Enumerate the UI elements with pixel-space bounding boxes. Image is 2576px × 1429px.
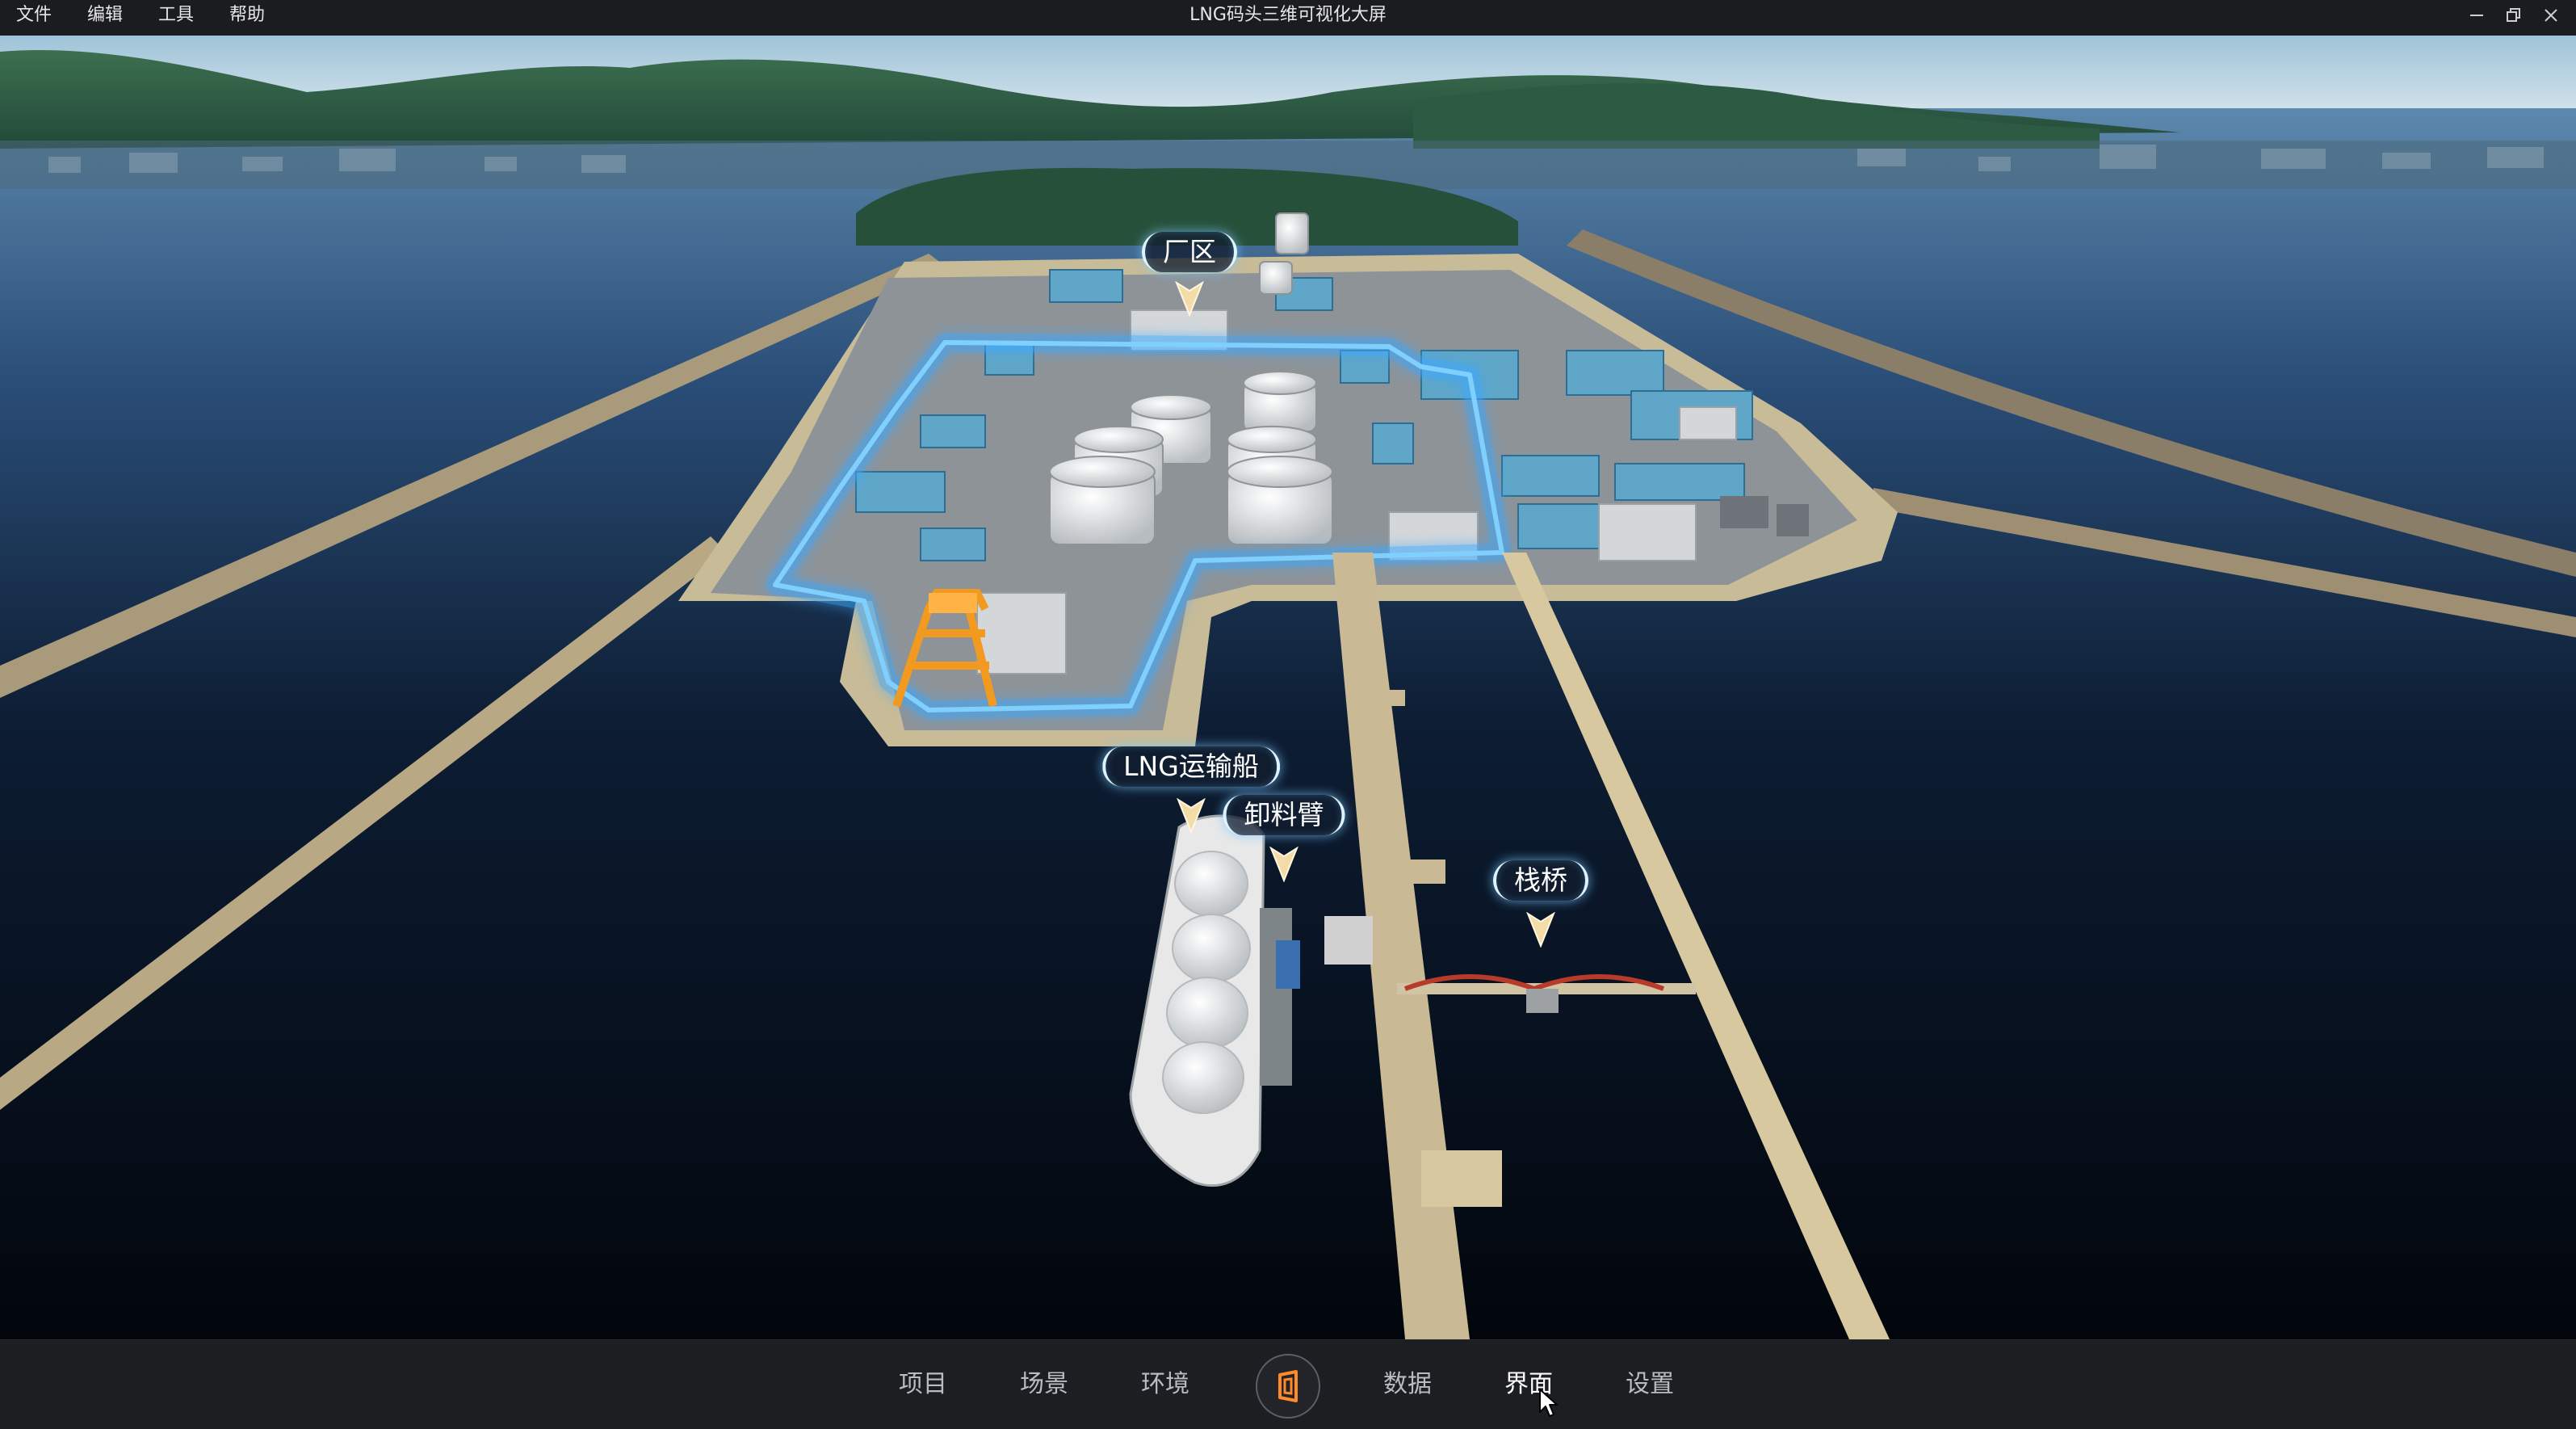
label-trestle[interactable]: 栈桥 <box>1493 860 1588 901</box>
pin-marker-icon <box>1175 281 1204 317</box>
app-title: LNG码头三维可视化大屏 <box>1189 5 1387 25</box>
port-scene <box>0 36 2576 1339</box>
label-unloading-arm[interactable]: 卸料臂 <box>1223 795 1345 835</box>
nav-home-button[interactable] <box>1256 1354 1320 1418</box>
label-plant[interactable]: 厂区 <box>1142 232 1237 272</box>
label-lng-ship[interactable]: LNG运输船 <box>1102 746 1280 787</box>
menu-bar: 文件 编辑 工具 帮助 <box>0 0 283 36</box>
nav-environment[interactable]: 环境 <box>1141 1364 1189 1405</box>
logo-icon <box>1278 1370 1298 1402</box>
minimize-icon[interactable] <box>2458 0 2495 31</box>
pin-marker-icon <box>1269 847 1298 882</box>
restore-icon[interactable] <box>2495 0 2532 31</box>
mouse-cursor-icon <box>1539 1389 1558 1417</box>
menu-edit[interactable]: 编辑 <box>69 0 141 36</box>
nav-data[interactable]: 数据 <box>1383 1364 1432 1405</box>
pin-marker-icon <box>1177 798 1206 834</box>
nav-scene[interactable]: 场景 <box>1020 1364 1068 1405</box>
nav-project[interactable]: 项目 <box>899 1364 947 1405</box>
nav-settings[interactable]: 设置 <box>1626 1364 1674 1405</box>
pin-marker-icon <box>1526 912 1555 948</box>
scene-viewport[interactable]: 厂区 LNG运输船 卸料臂 栈桥 <box>0 36 2576 1339</box>
menu-help[interactable]: 帮助 <box>212 0 283 36</box>
menu-tools[interactable]: 工具 <box>141 0 212 36</box>
menu-file[interactable]: 文件 <box>0 0 69 36</box>
close-icon[interactable] <box>2532 0 2570 31</box>
window-controls <box>2458 0 2570 36</box>
bottom-nav: 项目 场景 环境 数据 界面 设置 <box>0 1339 2576 1429</box>
title-bar: 文件 编辑 工具 帮助 LNG码头三维可视化大屏 <box>0 0 2576 36</box>
